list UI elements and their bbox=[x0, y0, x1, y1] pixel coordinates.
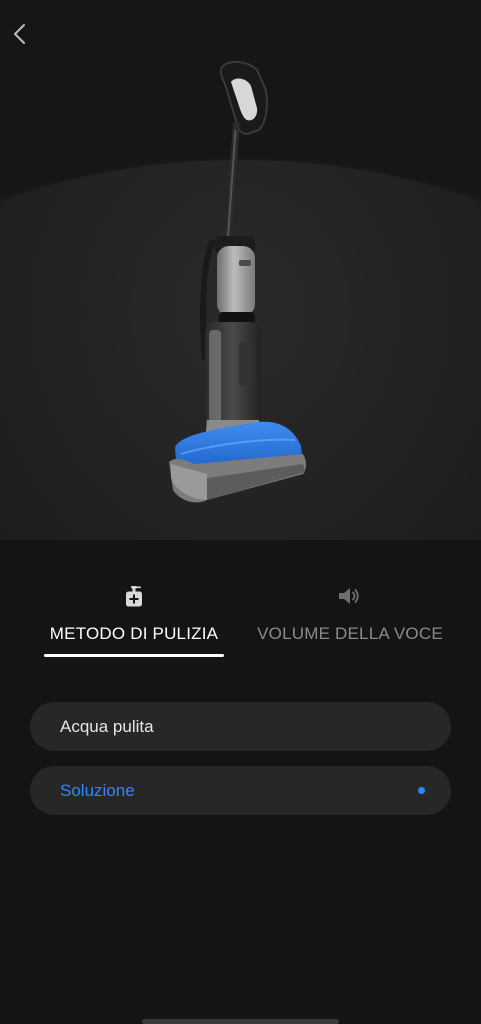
tab-label: METODO DI PULIZIA bbox=[49, 624, 219, 643]
speaker-icon bbox=[339, 588, 359, 604]
option-label: Acqua pulita bbox=[60, 717, 154, 736]
device-image bbox=[169, 60, 306, 503]
active-tab-indicator bbox=[44, 654, 224, 657]
tab-voice-volume[interactable]: VOLUME DELLA VOCE bbox=[250, 578, 450, 668]
option-acqua-pulita[interactable]: Acqua pulita bbox=[30, 702, 451, 751]
tab-bar: METODO DI PULIZIA VOLUME DELLA VOCE bbox=[0, 578, 481, 668]
home-indicator[interactable] bbox=[142, 1019, 339, 1024]
option-label: Soluzione bbox=[60, 781, 135, 800]
selected-indicator bbox=[418, 787, 425, 794]
option-soluzione[interactable]: Soluzione bbox=[30, 766, 451, 815]
tab-cleaning-method[interactable]: METODO DI PULIZIA bbox=[44, 578, 224, 668]
back-button[interactable] bbox=[6, 20, 34, 48]
tab-label: VOLUME DELLA VOCE bbox=[257, 624, 443, 643]
chevron-left-icon bbox=[14, 24, 25, 44]
soap-dispenser-icon bbox=[126, 586, 142, 607]
hero-section bbox=[0, 0, 481, 540]
